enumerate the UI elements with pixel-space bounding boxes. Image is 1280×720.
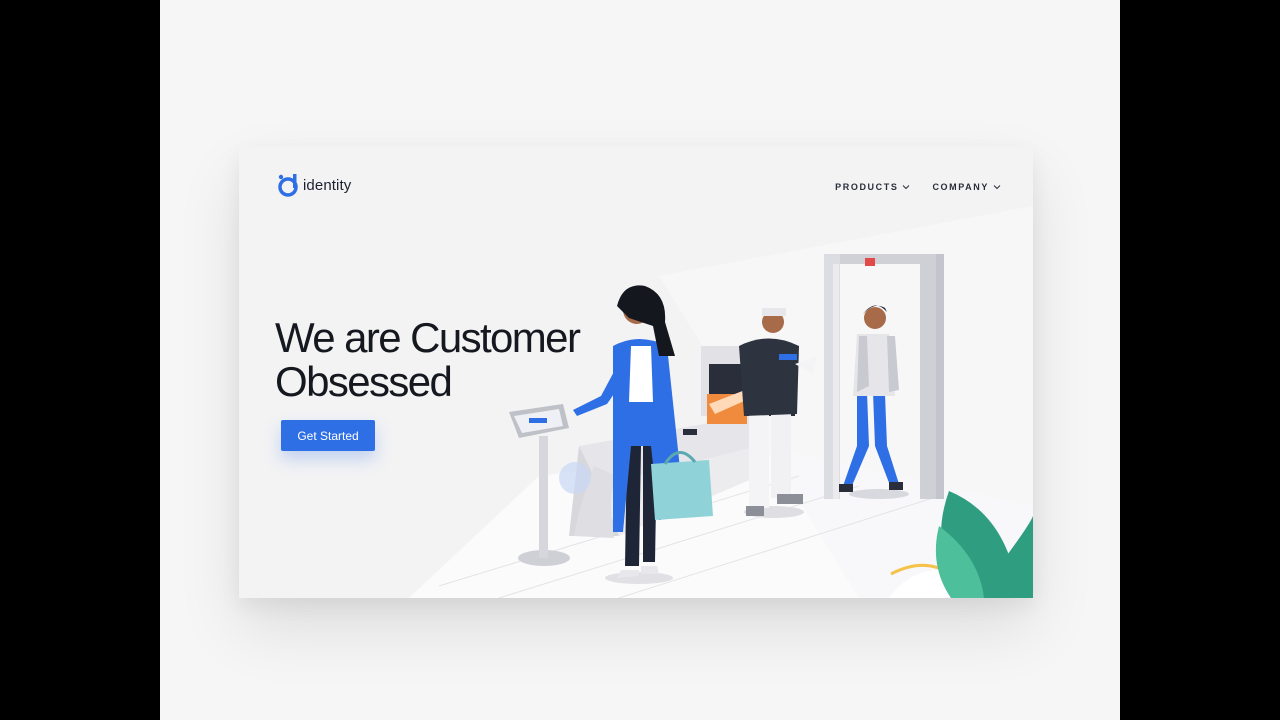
hero-title: We are Customer Obsessed [275,316,605,404]
get-started-button[interactable]: Get Started [281,420,375,451]
hero-title-line-2: Obsessed [275,358,453,405]
landing-page: identity PRODUCTS COMPANY We are Custome… [239,146,1033,598]
hero-title-line-1: We are Customer [275,314,581,361]
